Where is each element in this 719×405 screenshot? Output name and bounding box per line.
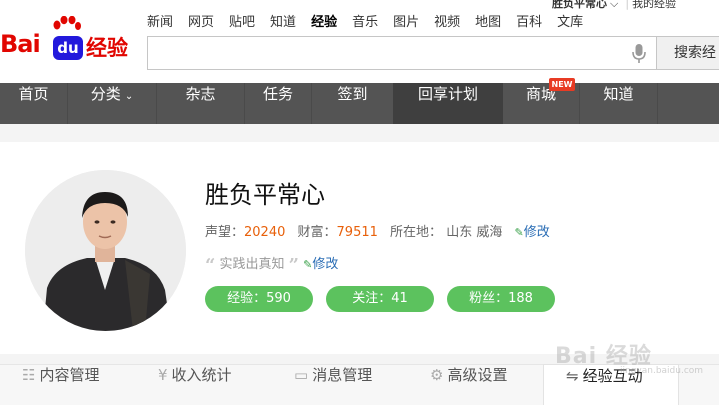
main-nav: 首页 分类 ⌄ 杂志 任务 签到 回享计划 商城 知道 xyxy=(0,83,719,124)
top-nav-item[interactable]: 图片 xyxy=(393,11,419,30)
location-label: 所在地： xyxy=(390,225,443,240)
tab-income-stats[interactable]: ¥ 收入统计 xyxy=(158,364,232,405)
header: Bai du 经验 新闻 网页 贴吧 知道 经验 音乐 图片 视频 地图 百科 … xyxy=(0,0,719,83)
top-nav: 新闻 网页 贴吧 知道 经验 音乐 图片 视频 地图 百科 文库 xyxy=(147,11,598,30)
prestige-label: 声望： xyxy=(205,225,245,240)
main-nav-home[interactable]: 首页 xyxy=(0,83,67,124)
user-bar: 胜负平常心 ⌵ | 我的经验 xyxy=(552,0,676,11)
top-nav-item[interactable]: 新闻 xyxy=(147,11,173,30)
logo-du-box: du xyxy=(53,36,83,60)
close-quote-icon: ” xyxy=(288,255,300,276)
top-nav-item[interactable]: 贴吧 xyxy=(229,11,255,30)
tab-message-management[interactable]: ▭ 消息管理 xyxy=(294,364,372,405)
wealth-label: 财富： xyxy=(297,225,337,240)
tab-label: 内容管理 xyxy=(39,366,100,384)
top-nav-item[interactable]: 音乐 xyxy=(352,11,378,30)
top-nav-item[interactable]: 知道 xyxy=(270,11,296,30)
edit-location-link[interactable]: 修改 xyxy=(524,225,550,240)
top-nav-item-active[interactable]: 经验 xyxy=(311,11,337,30)
experience-count-pill[interactable]: 经验：590 xyxy=(205,286,313,312)
search-input[interactable] xyxy=(147,36,657,70)
baidu-jingyan-logo[interactable]: Bai du 经验 xyxy=(0,16,136,64)
message-icon: ▭ xyxy=(294,366,309,384)
new-badge: NEW xyxy=(549,78,575,91)
chevron-down-icon[interactable]: ⌵ xyxy=(610,0,618,11)
fans-count-pill[interactable]: 粉丝：188 xyxy=(447,286,555,312)
tab-label: 消息管理 xyxy=(312,366,373,384)
location-value: 山东 威海 xyxy=(446,225,503,240)
edit-motto-link[interactable]: 修改 xyxy=(312,257,338,272)
pencil-icon: ✎ xyxy=(303,258,313,271)
tab-content-management[interactable]: ☷ 内容管理 xyxy=(22,364,99,405)
search-button[interactable]: 搜索经 xyxy=(656,36,719,70)
open-quote-icon: “ xyxy=(205,255,216,276)
prestige-value: 20240 xyxy=(244,225,286,240)
logo-bai-text: Bai xyxy=(0,30,41,58)
wealth-value: 79511 xyxy=(336,225,378,240)
top-nav-item[interactable]: 文库 xyxy=(557,11,583,30)
motto-text: 实践出真知 xyxy=(219,257,285,272)
nav-divider xyxy=(657,83,658,124)
watermark-url: jingyan.baidu.com xyxy=(620,366,704,376)
main-nav-category[interactable]: 分类 ⌄ xyxy=(68,83,156,124)
separator: | xyxy=(625,0,630,10)
tab-label: 收入统计 xyxy=(171,366,232,384)
main-nav-share-plan[interactable]: 回享计划 xyxy=(393,83,503,124)
profile-username: 胜负平常心 xyxy=(205,181,325,209)
main-nav-zhidao[interactable]: 知道 xyxy=(580,83,657,124)
main-nav-checkin[interactable]: 签到 xyxy=(312,83,393,124)
top-nav-item[interactable]: 地图 xyxy=(475,11,501,30)
avatar-portrait xyxy=(25,170,186,331)
chevron-down-icon: ⌄ xyxy=(124,91,134,102)
top-nav-item[interactable]: 视频 xyxy=(434,11,460,30)
gear-icon: ⚙ xyxy=(430,366,444,384)
yen-icon: ¥ xyxy=(158,366,168,384)
avatar[interactable] xyxy=(25,170,186,331)
pencil-icon: ✎ xyxy=(514,226,524,239)
top-nav-item[interactable]: 百科 xyxy=(516,11,542,30)
logo-jingyan-text: 经验 xyxy=(86,36,128,60)
profile-motto: “ 实践出真知 ” ✎修改 xyxy=(205,253,338,276)
microphone-icon[interactable] xyxy=(632,44,646,64)
profile-stats: 声望：20240 财富：79511 所在地： 山东 威海 ✎修改 xyxy=(205,221,550,240)
tab-label: 高级设置 xyxy=(447,366,508,384)
page: Bai du 经验 新闻 网页 贴吧 知道 经验 音乐 图片 视频 地图 百科 … xyxy=(0,0,719,405)
following-count-pill[interactable]: 关注：41 xyxy=(326,286,434,312)
main-nav-magazine[interactable]: 杂志 xyxy=(157,83,244,124)
main-nav-tasks[interactable]: 任务 xyxy=(245,83,311,124)
list-icon: ☷ xyxy=(22,366,36,384)
my-experience-link[interactable]: 我的经验 xyxy=(632,0,676,10)
top-nav-item[interactable]: 网页 xyxy=(188,11,214,30)
main-nav-category-label: 分类 xyxy=(90,85,121,103)
user-menu-name[interactable]: 胜负平常心 xyxy=(552,0,607,10)
tab-advanced-settings[interactable]: ⚙ 高级设置 xyxy=(430,364,507,405)
